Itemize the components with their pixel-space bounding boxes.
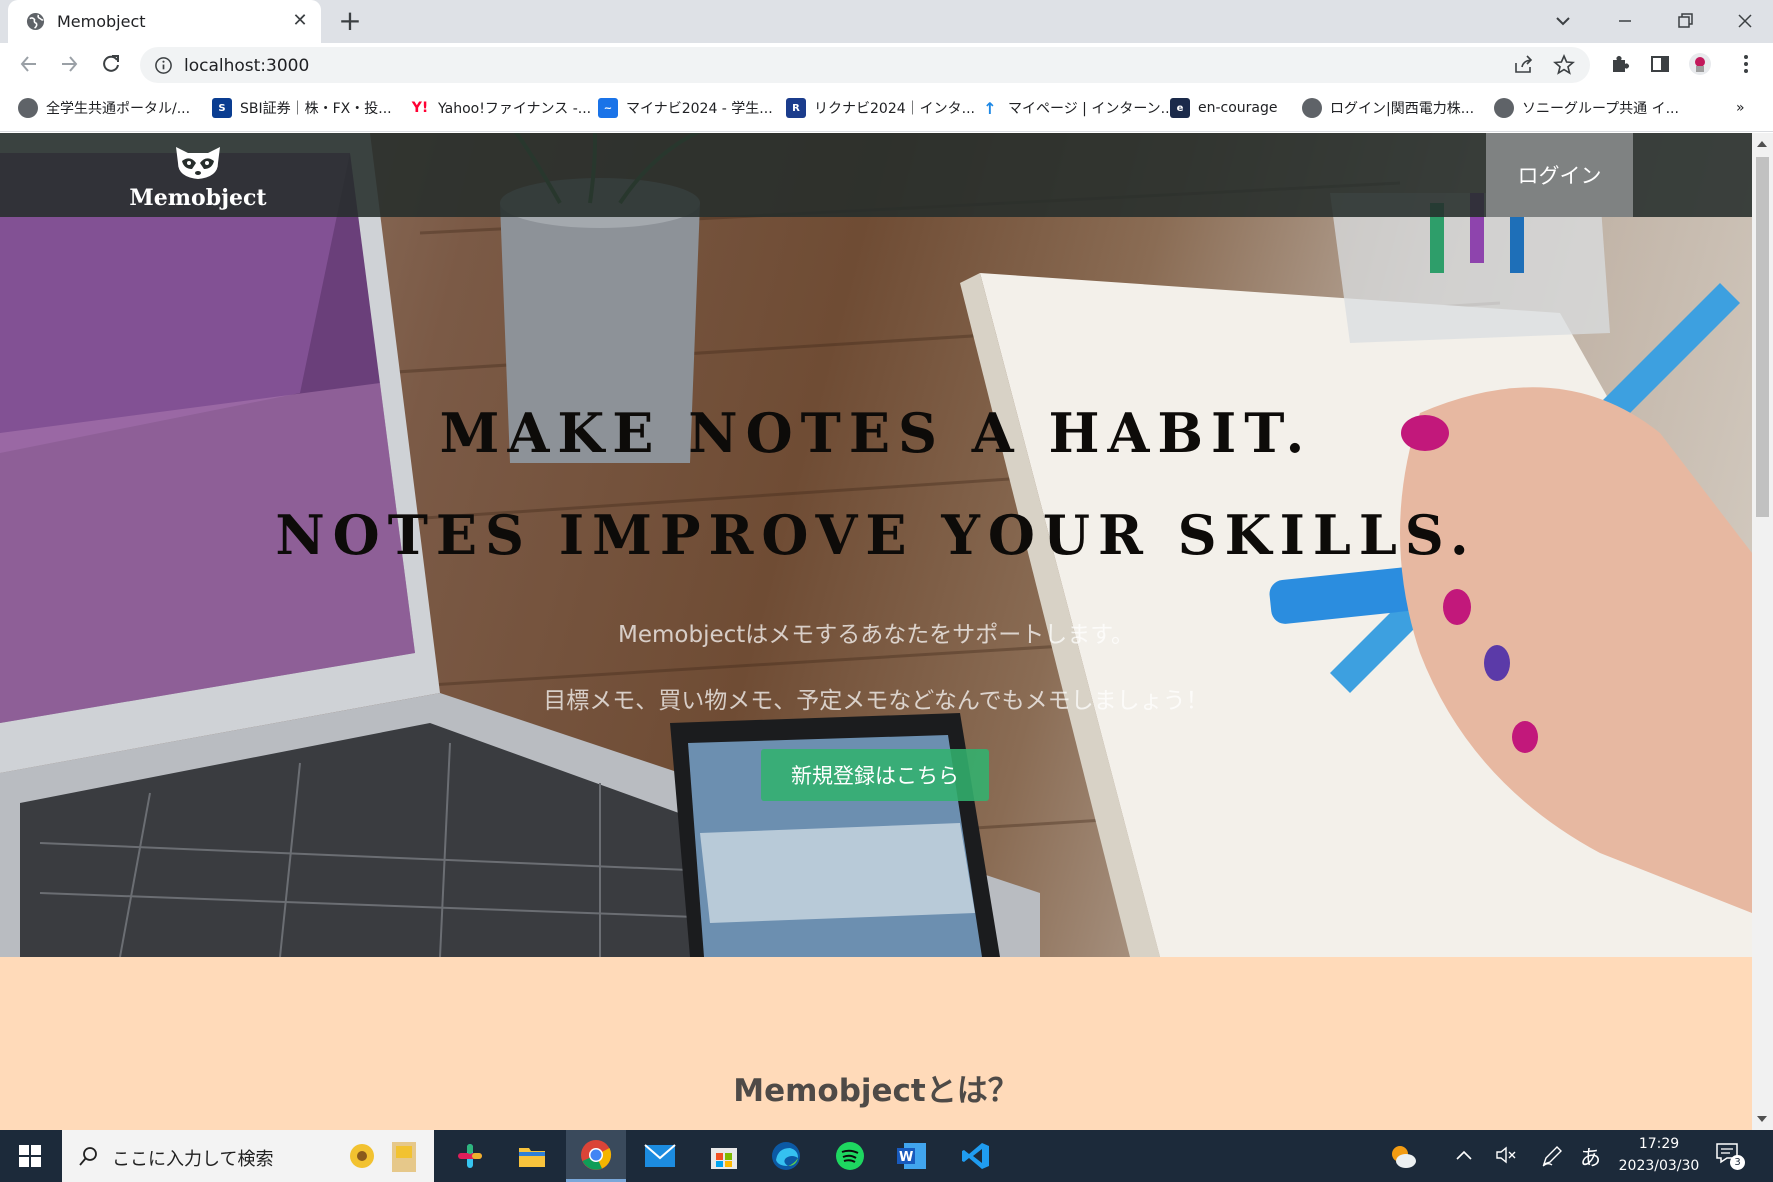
globe-icon xyxy=(26,12,45,31)
forward-arrow-icon[interactable] xyxy=(56,51,82,77)
scroll-down-arrow-icon[interactable] xyxy=(1757,1116,1767,1122)
search-highlight-art-icon xyxy=(350,1142,416,1172)
mail-icon[interactable] xyxy=(630,1130,690,1182)
hero-headline-1: MAKE NOTES A HABIT. xyxy=(439,401,1313,465)
about-title: Memobjectとは？ xyxy=(733,1073,1019,1109)
tab-title: Memobject xyxy=(57,12,146,31)
bookmark-label: ログイン|関西電力株... xyxy=(1330,101,1475,117)
bookmark-label: リクナビ2024｜インタ... xyxy=(814,101,975,117)
side-panel-icon[interactable] xyxy=(1648,52,1672,76)
volume-muted-icon[interactable] xyxy=(1495,1145,1517,1165)
close-tab-icon[interactable]: ✕ xyxy=(289,10,311,32)
hero-section: Memobject ログイン MAKE NOTES A HABIT. NOTES… xyxy=(0,133,1752,957)
page-viewport: Memobject ログイン MAKE NOTES A HABIT. NOTES… xyxy=(0,133,1752,1130)
weather-icon[interactable] xyxy=(1388,1142,1418,1170)
chrome-icon[interactable] xyxy=(566,1130,626,1182)
windows-start-icon[interactable] xyxy=(18,1144,42,1168)
tab-strip: Memobject ✕ + xyxy=(0,0,1773,43)
scroll-up-arrow-icon[interactable] xyxy=(1757,141,1767,147)
portal-globe-icon xyxy=(18,98,38,118)
hero-headline-2: NOTES IMPROVE YOUR SKILLS. xyxy=(275,503,1477,567)
ime-indicator[interactable]: あ xyxy=(1580,1142,1601,1172)
bookmarks-bar: 全学生共通ポータル/... S SBI証券｜株・FX・投... Y! Yahoo… xyxy=(0,85,1773,132)
file-explorer-icon[interactable] xyxy=(502,1130,562,1182)
bookmark-label: マイナビ2024 - 学生... xyxy=(626,101,773,117)
browser-tab[interactable]: Memobject ✕ xyxy=(8,0,321,43)
close-window-icon[interactable] xyxy=(1730,6,1760,36)
minimize-icon[interactable] xyxy=(1610,6,1640,36)
edge-icon[interactable] xyxy=(756,1130,816,1182)
rikunabi-logo-icon: R xyxy=(786,98,806,118)
bookmark-sbi[interactable]: S SBI証券｜株・FX・投... xyxy=(212,97,392,119)
svg-text:W: W xyxy=(899,1150,913,1165)
signup-button[interactable]: 新規登録はこちら xyxy=(761,749,989,801)
address-bar[interactable]: localhost:3000 xyxy=(140,47,1590,83)
hero-subtext-2: 目標メモ、買い物メモ、予定メモなどなんでもメモしましょう！ xyxy=(543,688,1209,714)
slack-icon[interactable] xyxy=(440,1130,500,1182)
reload-icon[interactable] xyxy=(98,51,124,77)
browser-toolbar: localhost:3000 xyxy=(0,43,1773,85)
bookmark-star-icon[interactable] xyxy=(1552,53,1576,77)
tab-search-chevron-icon[interactable] xyxy=(1548,6,1578,36)
windows-taskbar: ここに入力して検索 W あ 17:29 2023/03/30 3 xyxy=(0,1130,1773,1182)
bookmark-label: Yahoo!ファイナンス -... xyxy=(438,101,592,117)
about-section: Memobjectとは？ xyxy=(0,957,1752,1130)
bookmark-en-courage[interactable]: e en-courage xyxy=(1170,97,1278,119)
clock-time[interactable]: 17:29 xyxy=(1614,1136,1704,1152)
bookmark-label: SBI証券｜株・FX・投... xyxy=(240,101,392,117)
bookmark-mypage[interactable]: ↑ マイページ | インターン... xyxy=(980,97,1174,119)
bookmark-label: マイページ | インターン... xyxy=(1008,101,1174,117)
search-icon xyxy=(79,1147,97,1166)
back-arrow-icon[interactable] xyxy=(16,51,42,77)
bookmark-yahoo-finance[interactable]: Y! Yahoo!ファイナンス -... xyxy=(410,97,591,119)
en-courage-logo-icon: e xyxy=(1170,98,1190,118)
raccoon-logo-icon xyxy=(176,147,220,179)
pen-input-icon[interactable] xyxy=(1540,1144,1564,1168)
bookmark-kepco[interactable]: ログイン|関西電力株... xyxy=(1302,97,1474,119)
login-button[interactable]: ログイン xyxy=(1486,133,1633,217)
clock-date[interactable]: 2023/03/30 xyxy=(1610,1158,1708,1174)
bookmark-sony[interactable]: ソニーグループ共通 イ... xyxy=(1494,97,1679,119)
logo-text: Memobject xyxy=(129,185,267,211)
show-hidden-icons-chevron-icon[interactable] xyxy=(1455,1148,1473,1162)
yahoo-logo-icon: Y! xyxy=(410,98,430,118)
word-icon[interactable]: W xyxy=(882,1130,942,1182)
extensions-puzzle-icon[interactable] xyxy=(1608,52,1632,76)
url-text: localhost:3000 xyxy=(184,56,310,76)
bookmarks-overflow-icon[interactable]: » xyxy=(1736,97,1745,119)
notification-count-badge: 3 xyxy=(1730,1155,1745,1170)
search-placeholder: ここに入力して検索 xyxy=(112,1149,274,1170)
bookmark-mynavi[interactable]: ~ マイナビ2024 - 学生... xyxy=(598,97,773,119)
bookmark-label: en-courage xyxy=(1198,100,1278,116)
notification-center-icon[interactable]: 3 xyxy=(1715,1142,1745,1170)
bookmark-label: 全学生共通ポータル/... xyxy=(46,101,191,117)
hero-subtext-1: Memobjectはメモするあなたをサポートします。 xyxy=(618,622,1134,648)
bookmark-rikunabi[interactable]: R リクナビ2024｜インタ... xyxy=(786,97,975,119)
menu-kebab-icon[interactable] xyxy=(1734,52,1758,76)
new-tab-button[interactable]: + xyxy=(336,7,364,36)
page-scrollbar[interactable] xyxy=(1752,133,1773,1130)
store-icon[interactable] xyxy=(694,1130,754,1182)
share-icon[interactable] xyxy=(1512,53,1536,77)
sbi-logo-icon: S xyxy=(212,98,232,118)
profile-avatar-icon[interactable] xyxy=(1688,52,1712,76)
site-info-icon[interactable] xyxy=(154,56,173,75)
restore-icon[interactable] xyxy=(1670,6,1700,36)
mypage-logo-icon: ↑ xyxy=(980,98,1000,118)
bookmark-label: ソニーグループ共通 イ... xyxy=(1522,101,1679,117)
scrollbar-thumb[interactable] xyxy=(1756,157,1769,517)
spotify-icon[interactable] xyxy=(820,1130,880,1182)
mynavi-logo-icon: ~ xyxy=(598,98,618,118)
site-logo[interactable]: Memobject xyxy=(128,143,268,213)
taskbar-search[interactable]: ここに入力して検索 xyxy=(62,1130,434,1182)
kepco-globe-icon xyxy=(1302,98,1322,118)
bookmark-portal[interactable]: 全学生共通ポータル/... xyxy=(18,97,190,119)
site-header: Memobject ログイン xyxy=(0,133,1752,217)
vscode-icon[interactable] xyxy=(946,1130,1006,1182)
sony-globe-icon xyxy=(1494,98,1514,118)
